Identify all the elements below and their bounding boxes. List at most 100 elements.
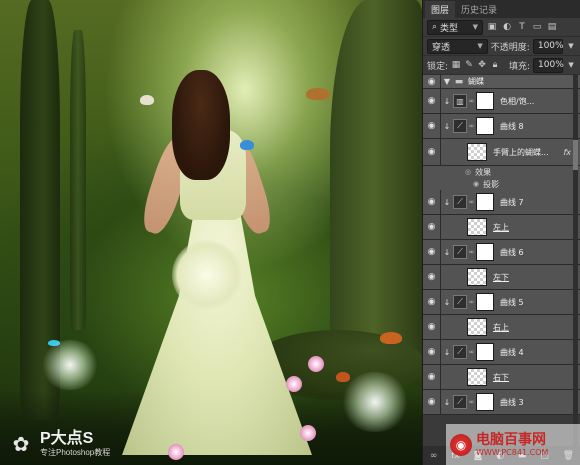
clip-arrow-icon: ↓ [443,297,451,307]
visibility-eye-icon[interactable]: ◉ [423,75,441,88]
layer-name: 左上 [493,222,509,232]
visibility-eye-icon[interactable]: ◉ [423,190,441,214]
layer-row[interactable]: ◉ ↓ ⟋ ∞ 曲线 8 [423,114,580,139]
tab-history[interactable]: 历史记录 [455,1,503,18]
adjust-circle-icon[interactable]: ◐ [501,21,513,33]
visibility-eye-icon[interactable]: ◉ [423,89,441,113]
smart-object-icon[interactable]: ▤ [546,21,558,33]
clip-arrow-icon: ↓ [443,397,451,407]
layer-row[interactable]: ◉ 右上 [423,315,580,340]
chevron-down-icon[interactable]: ▼ [566,40,576,52]
lock-all-icon[interactable]: 🔒︎ [490,59,500,71]
visibility-eye-icon[interactable]: ◉ [423,215,441,239]
visibility-eye-icon[interactable]: ◉ [423,290,441,314]
visibility-eye-icon[interactable]: ◉ [473,180,479,188]
layers-scrollbar[interactable] [573,75,578,446]
butterfly-icon [380,332,402,344]
layer-mask-thumbnail[interactable] [476,193,494,211]
curves-icon: ⟋ [453,245,467,259]
layer-mask-thumbnail[interactable] [476,117,494,135]
visibility-eye-icon[interactable]: ◉ [423,265,441,289]
clip-arrow-icon: ↓ [443,121,451,131]
site-watermark: ◉ 电脑百事网 WWW.PC841.COM [446,424,580,465]
layer-mask-thumbnail[interactable] [476,92,494,110]
blend-row: 穿透 ▼ 不透明度: 100% ▼ [423,37,580,56]
watermark-url: WWW.PC841.COM [476,448,549,457]
layer-row[interactable]: ◉ ↓ ⟋ ∞ 曲线 3 [423,390,580,415]
layer-name: 右上 [493,322,509,332]
document-canvas[interactable]: ✿ P大点S 专注Photoshop教程 [0,0,422,465]
visibility-eye-icon[interactable]: ◉ [423,340,441,364]
layer-name: 左下 [493,272,509,282]
folder-icon: ▬ [454,76,464,87]
watermark-title: 电脑百事网 [476,432,546,448]
sparkle-cluster [40,340,100,390]
woman-in-gown [92,60,322,460]
watermark-logo-icon: ◉ [450,433,472,456]
visibility-eye-icon[interactable]: ◉ [423,365,441,389]
lock-move-icon[interactable]: ✥ [477,59,487,71]
layer-mask-thumbnail[interactable] [476,293,494,311]
text-tool-icon[interactable]: T [516,21,528,33]
curves-icon: ⟋ [453,345,467,359]
layer-row[interactable]: ◉ 左上 [423,215,580,240]
opacity-input[interactable]: 100% [532,38,564,54]
link-icon[interactable]: ∞ [430,451,438,461]
fx-icon[interactable]: fx [563,148,571,157]
layer-group[interactable]: ◉ ▼ ▬ 蝴蝶 [423,75,580,89]
layer-row[interactable]: ◉ 右下 [423,365,580,390]
layer-thumbnail[interactable] [467,143,487,161]
visibility-eye-icon[interactable]: ◉ [423,240,441,264]
layer-thumbnail[interactable] [467,368,487,386]
visibility-eye-icon[interactable]: ◉ [423,390,441,414]
chain-link-icon[interactable]: ∞ [467,298,476,306]
layer-name: 手臂上的蝴蝶... [493,147,549,157]
filter-kind-select[interactable]: ⌕ 类型 ▼ [427,19,483,35]
layer-thumbnail[interactable] [467,318,487,336]
hair [172,70,230,180]
brand-mark-icon: ✿ [12,432,30,456]
fill-input[interactable]: 100% [533,57,564,73]
chain-link-icon[interactable]: ∞ [467,348,476,356]
blend-mode-select[interactable]: 穿透 ▼ [427,38,488,54]
chain-link-icon[interactable]: ∞ [467,97,476,105]
layer-thumbnail[interactable] [467,268,487,286]
layer-thumbnail[interactable] [467,218,487,236]
layer-mask-thumbnail[interactable] [476,343,494,361]
visibility-eye-icon[interactable]: ◉ [423,114,441,138]
layer-name: 色相/饱... [500,96,535,106]
panel-tabs: 图层 历史记录 [423,0,580,18]
expand-triangle-icon[interactable]: ▼ [441,77,453,86]
butterfly-icon [306,88,330,100]
layer-mask-thumbnail[interactable] [476,393,494,411]
chevron-down-icon[interactable]: ▼ [566,59,576,71]
shape-icon[interactable]: ▭ [531,21,543,33]
layer-row[interactable]: ◉ ↓ ⟋ ∞ 曲线 7 [423,190,580,215]
layer-name: 曲线 3 [500,397,524,407]
visibility-eye-icon[interactable]: ◉ [423,139,441,165]
layer-row[interactable]: ◉ ↓ ⟋ ∞ 曲线 4 [423,340,580,365]
lock-paint-icon[interactable]: ✎ [464,59,474,71]
effect-drop-shadow[interactable]: ◉ 投影 [423,178,580,190]
butterfly-icon [240,140,254,150]
layer-row[interactable]: ◉ ↓ ⟋ ∞ 曲线 5 [423,290,580,315]
chain-link-icon[interactable]: ∞ [467,248,476,256]
tab-layers[interactable]: 图层 [425,1,456,18]
chain-link-icon[interactable]: ∞ [467,122,476,130]
layer-row[interactable]: ◉ 手臂上的蝴蝶... fx [423,139,580,166]
visibility-eye-icon[interactable]: ◉ [423,315,441,339]
chain-link-icon[interactable]: ∞ [467,198,476,206]
opacity-label: 不透明度: [490,42,530,53]
scrollbar-thumb[interactable] [573,140,578,170]
lock-transparent-icon[interactable]: ▦ [451,59,461,71]
image-icon[interactable]: ▣ [486,21,498,33]
layer-row[interactable]: ◉ ↓ ▥ ∞ 色相/饱... [423,89,580,114]
clip-arrow-icon: ↓ [443,247,451,257]
layer-row[interactable]: ◉ ↓ ⟋ ∞ 曲线 6 [423,240,580,265]
brand-subtitle: 专注Photoshop教程 [40,448,111,457]
layer-mask-thumbnail[interactable] [476,243,494,261]
effects-row[interactable]: ◎ 效果 [423,166,580,178]
pink-flower [300,425,316,441]
chain-link-icon[interactable]: ∞ [467,398,476,406]
layer-row[interactable]: ◉ 左下 [423,265,580,290]
